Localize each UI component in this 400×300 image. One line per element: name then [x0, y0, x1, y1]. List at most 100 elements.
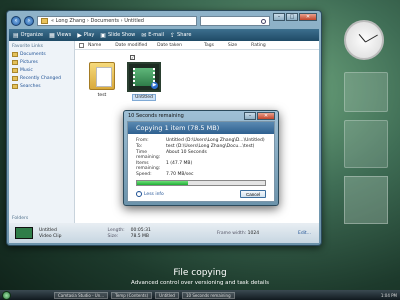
system-clock[interactable]: 1:04 PM [381, 293, 397, 298]
sidebar-item-label: Documents [20, 52, 46, 57]
copy-progress-dialog: 10 Seconds remaining – ✕ Copying 1 item … [123, 110, 279, 206]
detail-row-from: From: Untitled (D:\Users\Long Zhang\D...\… [136, 138, 266, 143]
frame-width-key: Frame width: [216, 230, 247, 236]
dialog-title: 10 Seconds remaining [128, 113, 184, 119]
taskbar-item[interactable]: 10 Seconds remaining [181, 291, 235, 299]
slideshow-button[interactable]: ▣ Slide Show [100, 32, 135, 39]
taskbar-item[interactable]: Untitled [155, 291, 179, 299]
details-values: 00:05:31 78.5 MB [131, 228, 151, 239]
explorer-nav-bar: ‹ › « Long Zhang › Documents › Untitled [11, 15, 317, 27]
organize-button[interactable]: ▤ Organize [13, 32, 43, 39]
less-info-label: Less info [144, 191, 164, 197]
column-header-rating[interactable]: Rating [247, 43, 266, 48]
taskbar-item[interactable]: Camtasia Studio - Un... [54, 291, 109, 299]
row-value: Untitled (D:\Users\Long Zhang\D...\Untit… [166, 138, 265, 143]
email-icon: ✉ [141, 31, 147, 39]
email-button[interactable]: ✉ E-mail [141, 32, 164, 39]
folder-icon [89, 62, 115, 90]
copy-progress-bar [136, 180, 266, 186]
cancel-button[interactable]: Cancel [240, 190, 266, 198]
folders-toggle[interactable]: Folders [12, 216, 28, 221]
dialog-content: Copying 1 item (78.5 MB) From: Untitled (… [127, 121, 275, 202]
column-headers: Name Date modified Date taken Tags Size … [75, 41, 319, 50]
less-info-toggle[interactable]: ˄ Less info [136, 191, 164, 197]
length-key: Length: [107, 227, 125, 233]
detail-row-to: To: test (D:\Users\Long Zhang\Docu...\tes… [136, 144, 266, 149]
row-value: 7.70 MB/sec [166, 172, 194, 177]
row-key: To: [136, 144, 143, 149]
slideshow-label: Slide Show [107, 32, 136, 38]
taskbar-item[interactable]: Temp (Contents) [111, 291, 153, 299]
share-button[interactable]: ⇪ Share [170, 32, 191, 39]
details-frame: Frame width: 1024 [217, 231, 259, 236]
details-thumbnail [15, 227, 33, 239]
size-value: 78.5 MB [130, 233, 150, 239]
sidebar-item-searches[interactable]: Searches [12, 84, 71, 89]
pictures-icon [12, 60, 18, 65]
command-toolbar: ▤ Organize ▦ Views ▶ Play ▣ Slide Show ✉ E-ma… [9, 29, 319, 41]
file-item-folder[interactable]: test [83, 62, 121, 98]
slideshow-gadget[interactable] [344, 72, 388, 112]
navigation-pane: Favorite Links Documents Pictures Music … [9, 41, 75, 223]
column-header-date-taken[interactable]: Date taken [153, 43, 182, 48]
clock-gadget[interactable] [344, 20, 384, 60]
file-label: Untitled [132, 94, 156, 101]
documents-icon [12, 52, 18, 57]
sidebar-item-label: Music [20, 68, 33, 73]
play-icon: ▶ [77, 31, 82, 39]
sidebar-item-documents[interactable]: Documents [12, 52, 71, 57]
sidebar-item-label: Searches [20, 84, 41, 89]
details-name-block: Untitled Video Clip [39, 228, 62, 239]
detail-row-items: Items remaining: 1 (47.7 MB) [136, 161, 266, 171]
row-value: 1 (47.7 MB) [166, 161, 193, 166]
row-key: Items remaining: [136, 161, 161, 171]
start-button[interactable] [2, 290, 11, 300]
organize-label: Organize [20, 32, 44, 38]
address-bar[interactable]: « Long Zhang › Documents › Untitled [37, 16, 197, 26]
size-key: Size: [107, 233, 119, 239]
length-value: 00:05:31 [130, 227, 151, 233]
feed-gadget[interactable] [344, 120, 388, 168]
dialog-minimize-button[interactable]: – [244, 112, 256, 120]
forward-button[interactable]: › [24, 16, 34, 26]
taskbar: Camtasia Studio - Un... Temp (Contents) … [0, 290, 400, 300]
calendar-gadget[interactable] [344, 176, 388, 224]
views-icon: ▦ [49, 31, 55, 39]
column-header-tags[interactable]: Tags [200, 43, 214, 48]
share-label: Share [177, 32, 192, 38]
minimize-button[interactable]: – [273, 13, 285, 21]
folder-icon [41, 18, 48, 24]
progress-fill [137, 181, 189, 185]
item-checkbox[interactable]: ✓ [130, 55, 135, 60]
dialog-close-button[interactable]: ✕ [257, 112, 275, 120]
column-header-date-modified[interactable]: Date modified [111, 43, 147, 48]
search-input[interactable] [200, 16, 270, 26]
recent-icon [12, 76, 18, 81]
back-button[interactable]: ‹ [11, 16, 21, 26]
maximize-button[interactable]: □ [286, 13, 298, 21]
email-label: E-mail [148, 32, 164, 38]
sidebar-item-pictures[interactable]: Pictures [12, 60, 71, 65]
file-item-video[interactable]: ✓ ▶ Untitled [125, 55, 163, 101]
views-button[interactable]: ▦ Views [49, 32, 71, 39]
frame-width-value: 1024 [247, 230, 260, 236]
edit-link[interactable]: Edit... [298, 231, 311, 236]
row-key: Time remaining: [136, 150, 161, 160]
sidebar-item-recently-changed[interactable]: Recently Changed [12, 76, 71, 81]
close-button[interactable]: ✕ [299, 13, 317, 21]
music-icon [12, 68, 18, 73]
search-icon [261, 18, 266, 24]
play-button[interactable]: ▶ Play [77, 32, 94, 39]
column-header-size[interactable]: Size [224, 43, 237, 48]
sidebar-item-music[interactable]: Music [12, 68, 71, 73]
frame-width: Frame width: 1024 [217, 231, 259, 236]
slideshow-icon: ▣ [100, 31, 106, 39]
details-name: Untitled [39, 227, 57, 233]
row-value: About 10 Seconds [166, 150, 207, 155]
details-type: Video Clip [39, 233, 62, 239]
row-key: From: [136, 138, 149, 143]
detail-row-speed: Speed: 7.70 MB/sec [136, 172, 266, 177]
column-header-name[interactable]: Name [84, 43, 101, 48]
row-key: Speed: [136, 172, 152, 177]
file-label: test [97, 93, 107, 98]
